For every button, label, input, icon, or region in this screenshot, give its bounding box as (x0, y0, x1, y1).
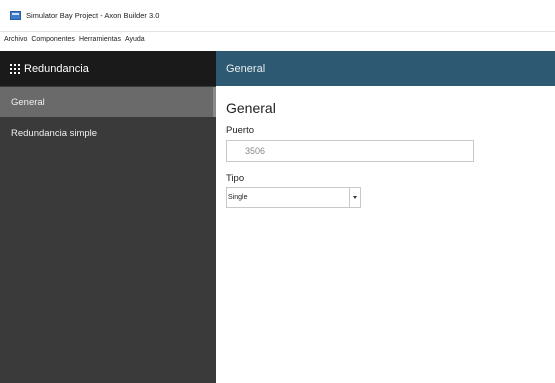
content-panel: General Puerto Tipo Single (216, 86, 555, 383)
sidebar: Redundancia General Redundancia simple (0, 51, 216, 383)
tipo-select[interactable]: Single (226, 187, 361, 208)
menu-bar: Archivo Componentes Herramientas Ayuda (0, 33, 555, 45)
sidebar-item-redundancia-simple[interactable]: Redundancia simple (0, 118, 216, 148)
window-title: Simulator Bay Project - Axon Builder 3.0 (26, 11, 160, 20)
sidebar-item-label: General (11, 96, 45, 108)
grid-icon (10, 63, 20, 74)
sidebar-item-general[interactable]: General (0, 87, 216, 117)
sidebar-header: Redundancia (0, 51, 216, 86)
menu-ayuda[interactable]: Ayuda (125, 36, 149, 43)
puerto-label: Puerto (226, 125, 254, 136)
title-bar: Simulator Bay Project - Axon Builder 3.0 (0, 0, 555, 32)
content-header-title: General (226, 62, 266, 75)
menu-componentes[interactable]: Componentes (31, 36, 79, 43)
menu-herramientas[interactable]: Herramientas (79, 36, 125, 43)
menu-archivo[interactable]: Archivo (0, 36, 31, 43)
content-header: General (216, 51, 555, 86)
tipo-label: Tipo (226, 173, 245, 184)
section-title: General (226, 100, 276, 116)
sidebar-header-title: Redundancia (24, 62, 89, 75)
puerto-input[interactable] (226, 140, 474, 162)
app-window-icon (10, 11, 21, 20)
sidebar-item-label: Redundancia simple (11, 127, 98, 139)
tipo-select-value: Single (228, 194, 248, 201)
chevron-down-icon[interactable] (349, 188, 360, 207)
